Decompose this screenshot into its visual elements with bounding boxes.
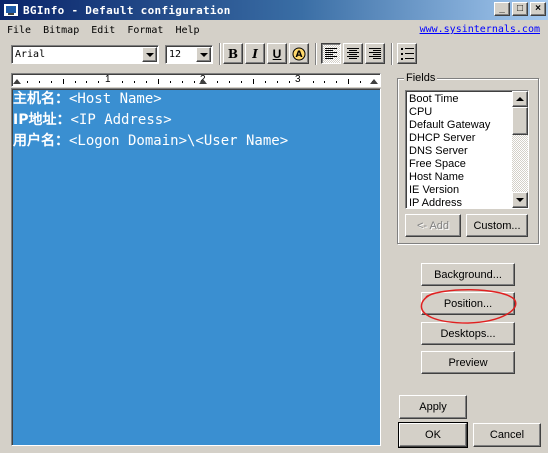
menu-bitmap[interactable]: Bitmap xyxy=(38,25,84,36)
editor-line: 主机名：<Host Name> xyxy=(12,89,380,110)
list-item[interactable]: DNS Server xyxy=(408,145,512,158)
underline-button[interactable]: U xyxy=(267,43,287,64)
align-right-button[interactable] xyxy=(365,43,385,64)
align-left-button[interactable] xyxy=(321,43,341,64)
title-bar[interactable]: BGInfo - Default configuration _ □ × xyxy=(0,0,548,20)
left-indent-marker[interactable] xyxy=(13,79,21,84)
menu-edit[interactable]: Edit xyxy=(86,25,120,36)
scroll-up-button[interactable] xyxy=(512,91,528,107)
maximize-button[interactable]: □ xyxy=(512,2,528,16)
insert-field-icon: A xyxy=(292,47,306,60)
font-select[interactable]: Arial xyxy=(11,45,159,64)
list-item[interactable]: Free Space xyxy=(408,158,512,171)
close-button[interactable]: × xyxy=(530,2,546,16)
desktops-button[interactable]: Desktops... xyxy=(421,322,515,345)
toolbar-separator xyxy=(391,43,393,65)
sysinternals-link[interactable]: www.sysinternals.com xyxy=(420,24,540,35)
list-item[interactable]: IP Address xyxy=(408,197,512,208)
right-indent-marker[interactable] xyxy=(370,79,378,84)
editor-line-label: 用户名： xyxy=(13,133,69,149)
menu-format[interactable]: Format xyxy=(122,25,168,36)
ok-button[interactable]: OK xyxy=(398,422,468,448)
list-item[interactable]: Host Name xyxy=(408,171,512,184)
svg-text:A: A xyxy=(296,50,303,60)
ruler[interactable]: 1 2 3 xyxy=(11,73,381,87)
editor-line-value: <Logon Domain>\<User Name> xyxy=(69,133,289,149)
app-icon[interactable] xyxy=(3,3,19,17)
align-center-icon xyxy=(347,48,359,59)
bullets-button[interactable] xyxy=(397,43,417,64)
font-value: Arial xyxy=(15,49,46,60)
text-editor[interactable]: 主机名：<Host Name> IP地址：<IP Address> 用户名：<L… xyxy=(11,88,381,446)
background-button[interactable]: Background... xyxy=(421,263,515,286)
fields-label: Fields xyxy=(404,72,438,84)
toolbar-separator xyxy=(219,43,221,65)
bold-button[interactable]: B xyxy=(223,43,243,64)
ruler-ticks xyxy=(27,79,373,84)
chevron-down-icon[interactable] xyxy=(142,47,157,62)
insert-field-button[interactable]: A xyxy=(289,43,309,64)
font-size-select[interactable]: 12 xyxy=(165,45,213,64)
preview-button[interactable]: Preview xyxy=(421,351,515,374)
menu-help[interactable]: Help xyxy=(170,25,204,36)
bullet-list-icon xyxy=(400,47,414,60)
scroll-down-button[interactable] xyxy=(512,192,528,208)
ruler-number: 1 xyxy=(105,74,111,85)
editor-line-value: <Host Name> xyxy=(69,91,162,107)
font-size-value: 12 xyxy=(169,49,182,60)
fields-listbox[interactable]: Boot Time CPU Default Gateway DHCP Serve… xyxy=(405,90,529,209)
window-title: BGInfo - Default configuration xyxy=(23,3,231,17)
align-center-button[interactable] xyxy=(343,43,363,64)
editor-line-value: <IP Address> xyxy=(70,112,172,128)
list-item[interactable]: IE Version xyxy=(408,184,512,197)
toolbar-separator xyxy=(315,43,317,65)
list-item[interactable]: Boot Time xyxy=(408,93,512,106)
tab-marker[interactable] xyxy=(199,79,207,84)
italic-button[interactable]: I xyxy=(245,43,265,64)
editor-line: 用户名：<Logon Domain>\<User Name> xyxy=(12,131,380,152)
cancel-button[interactable]: Cancel xyxy=(473,423,541,447)
chevron-down-icon[interactable] xyxy=(196,47,211,62)
add-field-button[interactable]: <- Add xyxy=(405,214,461,237)
list-item[interactable]: Default Gateway xyxy=(408,119,512,132)
editor-line-label: 主机名： xyxy=(13,91,69,107)
custom-field-button[interactable]: Custom... xyxy=(466,214,528,237)
editor-line: IP地址：<IP Address> xyxy=(12,110,380,131)
align-right-icon xyxy=(369,48,381,59)
align-left-icon xyxy=(325,48,337,59)
fields-scrollbar[interactable] xyxy=(512,91,528,208)
ruler-number: 3 xyxy=(295,74,301,85)
list-item[interactable]: CPU xyxy=(408,106,512,119)
position-button[interactable]: Position... xyxy=(421,292,515,315)
editor-line-label: IP地址： xyxy=(13,112,71,128)
minimize-button[interactable]: _ xyxy=(494,2,510,16)
scroll-thumb[interactable] xyxy=(512,107,528,135)
apply-button[interactable]: Apply xyxy=(399,395,467,419)
list-item[interactable]: DHCP Server xyxy=(408,132,512,145)
menu-file[interactable]: File xyxy=(2,25,36,36)
